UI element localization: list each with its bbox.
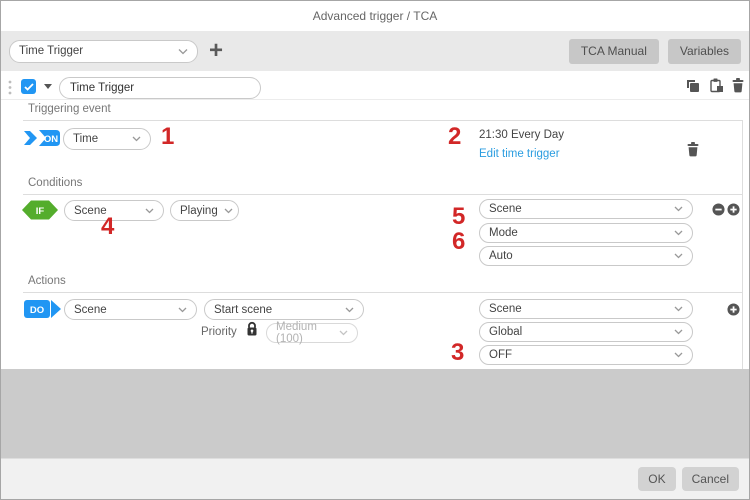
annotation-3: 3 xyxy=(451,341,464,365)
condition-state-value: Playing xyxy=(180,205,218,217)
drag-handle-icon[interactable] xyxy=(8,80,12,100)
priority-value: Medium (100) xyxy=(276,321,333,345)
copy-icon[interactable] xyxy=(686,79,700,98)
on-badge-label: ON xyxy=(44,134,58,145)
condition-mode-select[interactable]: Mode xyxy=(479,223,693,243)
if-badge-label: IF xyxy=(36,206,45,217)
paste-icon[interactable] xyxy=(709,78,724,98)
if-badge: IF xyxy=(21,199,59,221)
trigger-enabled-checkbox[interactable] xyxy=(21,79,36,94)
chevron-down-icon xyxy=(674,230,683,236)
cancel-button[interactable]: Cancel xyxy=(682,467,739,491)
global-select[interactable]: Global xyxy=(479,322,693,342)
chevron-down-icon xyxy=(674,306,683,312)
annotation-2: 2 xyxy=(448,125,461,149)
condition-target-select[interactable]: Scene xyxy=(479,199,693,219)
condition-state-select[interactable]: Playing xyxy=(170,200,239,221)
chevron-down-icon xyxy=(339,330,348,336)
action-subject-value: Scene xyxy=(74,304,107,316)
section-divider xyxy=(23,292,742,293)
annotation-6: 6 xyxy=(452,230,465,254)
chevron-down-icon xyxy=(674,206,683,212)
actions-label: Actions xyxy=(28,275,66,287)
global-value: Global xyxy=(489,326,522,338)
triggering-event-label: Triggering event xyxy=(28,103,111,115)
annotation-5: 5 xyxy=(452,205,465,229)
condition-auto-select[interactable]: Auto xyxy=(479,246,693,266)
advanced-trigger-dialog: Advanced trigger / TCA Time Trigger + TC… xyxy=(0,0,750,500)
annotation-4: 4 xyxy=(101,215,114,239)
action-target-value: Scene xyxy=(489,303,522,315)
chevron-down-icon xyxy=(178,48,188,55)
event-type-select[interactable]: Time xyxy=(63,128,151,150)
chevron-down-icon xyxy=(674,253,683,259)
priority-label: Priority xyxy=(201,326,237,338)
action-target-select[interactable]: Scene xyxy=(479,299,693,319)
delete-event-icon[interactable] xyxy=(687,142,699,162)
action-type-select[interactable]: Start scene xyxy=(204,299,364,320)
remove-condition-icon[interactable] xyxy=(712,203,725,221)
check-icon xyxy=(24,83,34,91)
expand-caret-icon[interactable] xyxy=(44,84,52,89)
trigger-type-select[interactable]: Time Trigger xyxy=(9,40,198,63)
edit-time-trigger-link[interactable]: Edit time trigger xyxy=(479,148,560,160)
chevron-down-icon xyxy=(178,307,187,313)
add-action-icon[interactable] xyxy=(727,303,740,321)
priority-select: Medium (100) xyxy=(266,323,358,343)
add-condition-icon[interactable] xyxy=(727,203,740,221)
variables-button[interactable]: Variables xyxy=(668,39,741,64)
lock-icon[interactable] xyxy=(246,321,258,342)
chevron-down-icon xyxy=(345,307,354,313)
conditions-label: Conditions xyxy=(28,177,82,189)
toolbar: Time Trigger + TCA Manual Variables xyxy=(1,31,749,71)
do-badge: DO xyxy=(23,299,63,319)
chevron-down-icon xyxy=(224,208,233,214)
chevron-down-icon xyxy=(132,136,141,142)
tca-manual-button[interactable]: TCA Manual xyxy=(569,39,659,64)
content-right-border xyxy=(742,120,743,369)
condition-auto-value: Auto xyxy=(489,250,513,262)
off-select[interactable]: OFF xyxy=(479,345,693,365)
chevron-down-icon xyxy=(674,329,683,335)
dialog-title: Advanced trigger / TCA xyxy=(1,1,749,31)
chevron-down-icon xyxy=(145,208,154,214)
action-type-value: Start scene xyxy=(214,304,272,316)
chevron-down-icon xyxy=(674,352,683,358)
annotation-1: 1 xyxy=(161,125,174,149)
trigger-type-value: Time Trigger xyxy=(19,45,83,57)
empty-panel xyxy=(1,369,749,458)
do-badge-label: DO xyxy=(30,305,44,316)
trigger-name-input[interactable] xyxy=(59,77,261,99)
add-trigger-button[interactable]: + xyxy=(207,39,225,63)
off-value: OFF xyxy=(489,349,512,361)
action-subject-select[interactable]: Scene xyxy=(64,299,197,320)
delete-trigger-icon[interactable] xyxy=(732,78,744,98)
ok-button[interactable]: OK xyxy=(638,467,675,491)
condition-mode-value: Mode xyxy=(489,227,518,239)
section-divider xyxy=(23,194,742,195)
event-type-value: Time xyxy=(73,133,98,145)
condition-target-value: Scene xyxy=(489,203,522,215)
footer: OK Cancel xyxy=(1,458,749,499)
section-divider xyxy=(23,120,742,121)
on-badge: ON xyxy=(23,128,61,148)
row-divider xyxy=(1,99,750,100)
schedule-text: 21:30 Every Day xyxy=(479,129,564,141)
